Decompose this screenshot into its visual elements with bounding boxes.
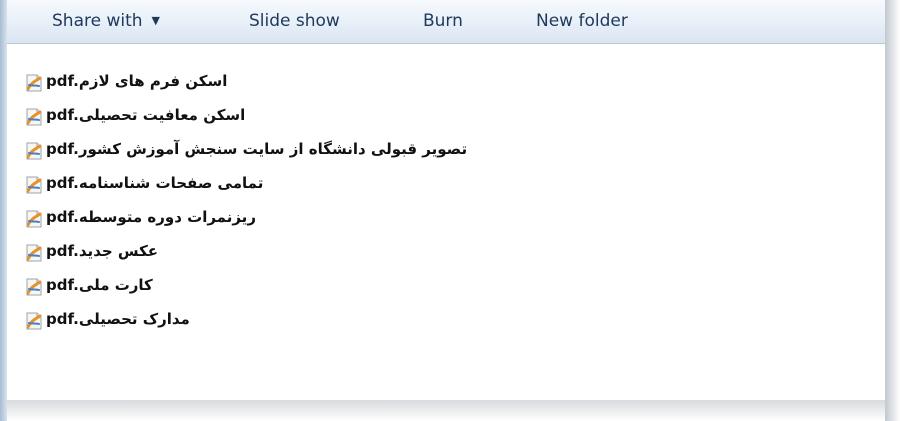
pdf-file-icon bbox=[26, 244, 42, 262]
slide-show-button[interactable]: Slide show bbox=[249, 9, 340, 33]
file-name: pdf.اسکن معافیت تحصیلی bbox=[46, 106, 246, 124]
pdf-file-icon bbox=[26, 278, 42, 296]
window-shadow-bottom bbox=[7, 400, 885, 421]
file-name: pdf.مدارک تحصیلی bbox=[46, 310, 190, 328]
file-name: pdf.تمامی صفحات شناسنامه bbox=[46, 174, 264, 192]
burn-button[interactable]: Burn bbox=[423, 9, 463, 33]
pdf-file-icon bbox=[26, 312, 42, 330]
pdf-file-icon bbox=[26, 108, 42, 126]
file-name: pdf.ریزنمرات دوره متوسطه bbox=[46, 208, 256, 226]
new-folder-button[interactable]: New folder bbox=[536, 9, 628, 33]
chevron-down-icon: ▼ bbox=[151, 14, 160, 27]
explorer-window: Share with ▼ Slide show Burn New folder p… bbox=[0, 0, 900, 421]
file-name: pdf.تصویر قبولی دانشگاه از سایت سنجش آمو… bbox=[46, 140, 468, 158]
file-name: pdf.عکس جدید bbox=[46, 242, 159, 260]
pdf-file-icon bbox=[26, 176, 42, 194]
file-name: pdf.اسکن فرم های لازم bbox=[46, 72, 228, 90]
window-shadow-right bbox=[885, 0, 900, 421]
pdf-file-icon bbox=[26, 74, 42, 92]
share-with-label: Share with bbox=[52, 11, 143, 31]
share-with-button[interactable]: Share with ▼ bbox=[52, 9, 160, 33]
pdf-file-icon bbox=[26, 210, 42, 228]
pdf-file-icon bbox=[26, 142, 42, 160]
file-name: pdf.کارت ملی bbox=[46, 276, 153, 294]
command-bar: Share with ▼ Slide show Burn New folder bbox=[7, 0, 885, 44]
navigation-pane-edge bbox=[0, 0, 7, 421]
